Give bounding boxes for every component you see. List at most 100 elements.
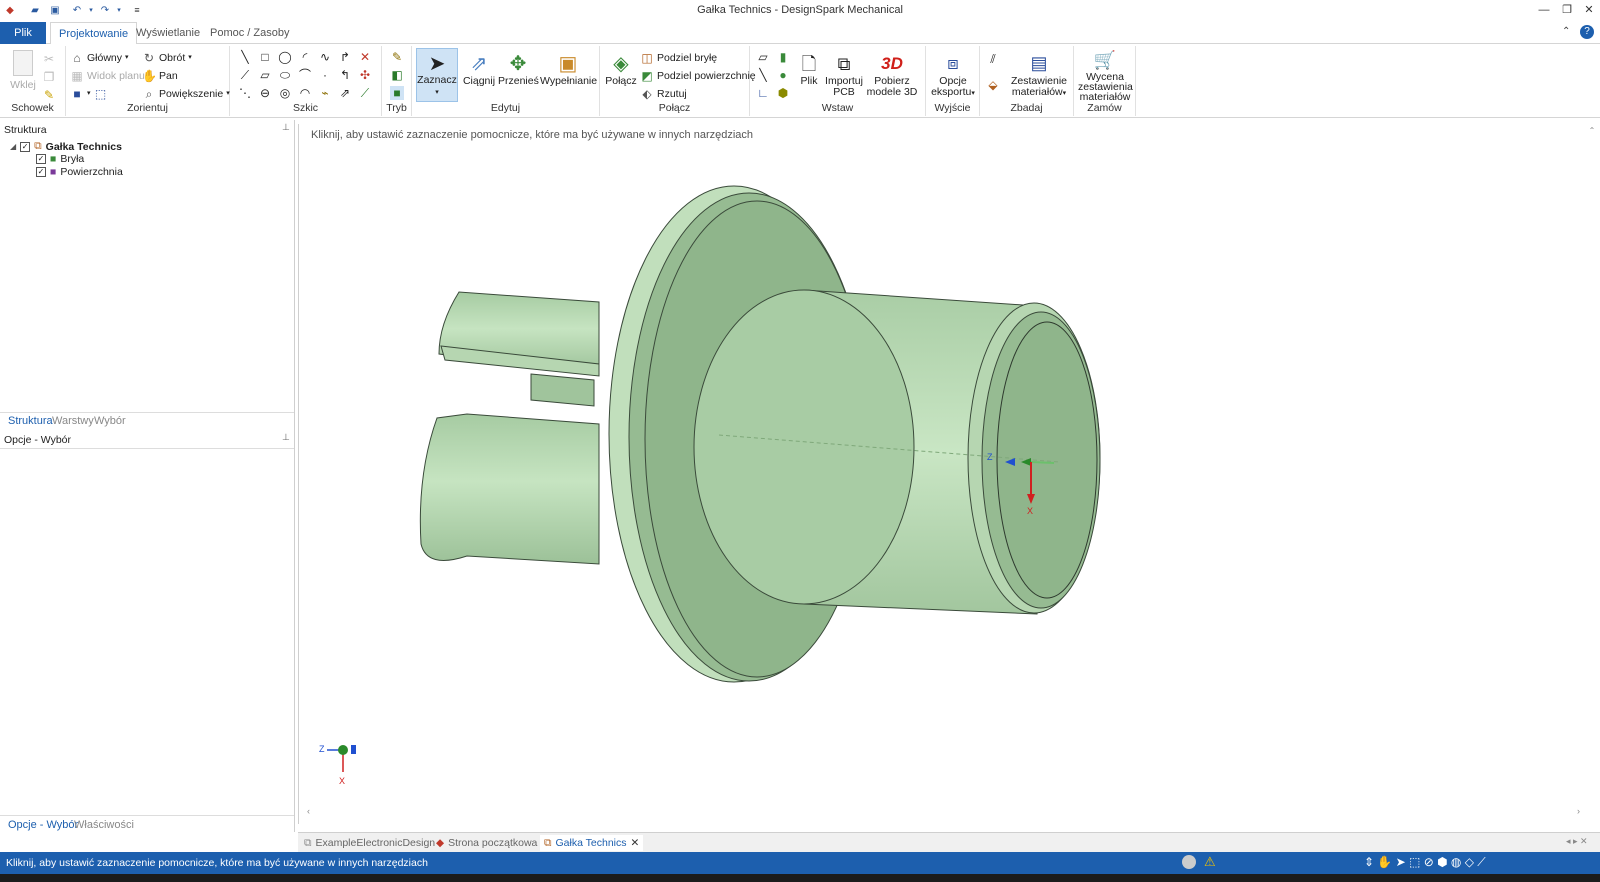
project-button[interactable]: ⬖ Rzutuj — [640, 86, 686, 102]
doc-tab-galka[interactable]: ⧉ Gałka Technics ✕ — [540, 835, 644, 851]
warning-icon[interactable]: ⚠ — [1204, 854, 1216, 870]
quote-bom-button[interactable]: 🛒 Wycena zestawienia materiałów — [1078, 48, 1133, 102]
view-cube-button[interactable]: ■ ▾ ⬚ — [70, 86, 108, 102]
tree-item-powierzchnia[interactable]: ✓ ■ Powierzchnia — [36, 166, 123, 178]
model-view[interactable]: Z X Z X — [299, 124, 1600, 824]
section-mode-icon[interactable]: ◧ — [390, 68, 404, 82]
circle-icon[interactable]: ◯ — [278, 50, 292, 64]
select-button[interactable]: ➤ Zaznacz ▾ — [416, 48, 458, 102]
group-schowek: Wklej ✂ ❐ ✎ Schowek — [0, 46, 66, 116]
restore-icon[interactable]: ❐ — [1556, 2, 1578, 18]
bryla-checkbox[interactable]: ✓ — [36, 154, 46, 164]
pin-icon[interactable]: ⊥ — [282, 432, 290, 443]
tab-wlasciwosci[interactable]: Właściwości — [74, 819, 134, 831]
selection-filter-icons[interactable]: ⇕ ✋ ➤ ⬚ ⊘ ⬢ ◍ ◇ ⟋ — [1364, 855, 1486, 870]
cut-icon[interactable]: ✂ — [42, 52, 56, 66]
combine-button[interactable]: ◈ Połącz — [604, 52, 638, 87]
plan-view-button[interactable]: ▦ Widok planu — [70, 68, 145, 84]
tab-warstwy[interactable]: Warstwy — [52, 415, 94, 427]
vertical-scrollbar[interactable]: ⌃ — [1587, 126, 1597, 802]
home-view-button[interactable]: ⌂ Główny ▾ — [70, 50, 128, 66]
collapse-ribbon-icon[interactable]: ⌃ — [1562, 26, 1570, 37]
three-point-circle-icon[interactable]: ◎ — [278, 86, 292, 100]
collapse-arrow-icon[interactable]: ◢ — [10, 142, 16, 151]
tangent-arc-icon[interactable]: ⌒ — [298, 68, 312, 82]
doc-tab-start[interactable]: ◆ Strona początkowa — [436, 835, 537, 851]
construction-line-icon[interactable]: ⋱ — [238, 86, 252, 100]
scroll-left-icon[interactable]: ‹ — [307, 806, 310, 816]
split-face-button[interactable]: ◩ Podziel powierzchnię — [640, 68, 755, 84]
bom-button[interactable]: ▤ Zestawienie materiałów▾ — [1008, 50, 1070, 99]
tab-opcje-wybor[interactable]: Opcje - Wybór — [8, 819, 78, 831]
move-button[interactable]: ✥ Przenieś — [498, 52, 539, 87]
plane-icon[interactable]: ▱ — [756, 50, 770, 64]
arc-icon[interactable]: ◜ — [298, 50, 312, 64]
extend-icon[interactable]: ✣ — [358, 68, 372, 82]
zoom-button[interactable]: ⌕ Powiększenie ▾ — [142, 86, 230, 102]
tree-root-checkbox[interactable]: ✓ — [20, 141, 31, 152]
powierzchnia-checkbox[interactable]: ✓ — [36, 167, 46, 177]
pin-icon[interactable]: ⊥ — [282, 122, 290, 133]
cylinder-icon[interactable]: ▮ — [776, 50, 790, 64]
corner-icon[interactable]: ↱ — [338, 50, 352, 64]
status-indicator-icon[interactable] — [1182, 855, 1196, 869]
slot-icon[interactable]: ⊖ — [258, 86, 272, 100]
trim-icon[interactable]: ✕ — [358, 50, 372, 64]
pull-button[interactable]: ⇗ Ciągnij — [460, 52, 498, 87]
split-body-button[interactable]: ◫ Podziel bryłę — [640, 50, 717, 66]
tab-scroll-icons[interactable]: ◂ ▸ ✕ — [1566, 836, 1588, 847]
bend-icon[interactable]: ⌁ — [318, 86, 332, 100]
origin-icon[interactable]: ∟ — [756, 86, 770, 100]
axis-icon[interactable]: ╲ — [756, 68, 770, 82]
3d-mode-icon[interactable]: ■ — [390, 86, 404, 100]
tab-projektowanie[interactable]: Projektowanie — [50, 22, 138, 45]
format-painter-icon[interactable]: ✎ — [42, 88, 56, 102]
minimize-icon[interactable]: — — [1533, 2, 1555, 18]
tree-root[interactable]: ◢ ✓ ⧉ Gałka Technics — [10, 140, 122, 153]
line-icon[interactable]: ╲ — [238, 50, 252, 64]
offset-icon[interactable]: ↰ — [338, 68, 352, 82]
tab-pomoc[interactable]: Pomoc / Zasoby — [202, 22, 297, 44]
mass-icon[interactable]: ⬙ — [986, 78, 1000, 92]
sketch-mode-icon[interactable]: ✎ — [390, 50, 404, 64]
insert-file-button[interactable]: 🗋 Plik — [794, 52, 824, 87]
horizontal-scrollbar[interactable]: ‹ › — [301, 806, 1585, 818]
tab-struktura[interactable]: Struktura — [8, 415, 53, 427]
pan-button[interactable]: ✋ Pan — [142, 68, 178, 84]
doc-tab-example[interactable]: ⧉ ExampleElectronicDesign — [304, 835, 435, 851]
scroll-up-icon[interactable]: ⌃ — [1587, 126, 1597, 135]
tab-wybor[interactable]: Wybór — [94, 415, 126, 427]
help-icon[interactable]: ? — [1580, 25, 1594, 39]
rectangle-icon[interactable]: □ — [258, 50, 272, 64]
shell-icon[interactable]: ⬢ — [776, 86, 790, 100]
tab-plik[interactable]: Plik — [0, 22, 46, 44]
copy-icon[interactable]: ❐ — [42, 70, 56, 84]
ellipse-icon[interactable]: ⬭ — [278, 68, 292, 82]
import-pcb-button[interactable]: ⧉ Importuj PCB — [824, 52, 864, 98]
point-icon[interactable]: · — [318, 68, 332, 82]
export-options-button[interactable]: ⧈ Opcje eksportu▾ — [930, 50, 976, 99]
spline-icon[interactable]: ∿ — [318, 50, 332, 64]
3d-viewport[interactable]: Kliknij, aby ustawić zaznaczenie pomocni… — [298, 124, 1600, 824]
project-curve-icon[interactable]: ⇗ — [338, 86, 352, 100]
tree-item-bryla[interactable]: ✓ ■ Bryła — [36, 153, 84, 165]
sphere-icon[interactable]: ● — [776, 68, 790, 82]
plan-label: Widok planu — [87, 70, 145, 82]
view-triad-icon[interactable] — [327, 745, 356, 772]
model-axis-z-label: Z — [987, 452, 993, 462]
close-tab-icon[interactable]: ✕ — [631, 835, 640, 851]
tangent-line-icon[interactable]: ⟋ — [238, 68, 252, 82]
scroll-right-icon[interactable]: › — [1577, 806, 1580, 816]
tab-wyswietlanie[interactable]: Wyświetlanie — [128, 22, 208, 44]
sweep-arc-icon[interactable]: ◠ — [298, 86, 312, 100]
fill-button[interactable]: ▣ Wypełnianie — [540, 52, 597, 87]
knob-model[interactable] — [419, 185, 1101, 683]
close-icon[interactable]: ✕ — [1578, 2, 1600, 18]
split-line-icon[interactable]: ⟋ — [358, 86, 372, 100]
paste-button[interactable]: Wklej — [8, 50, 38, 91]
rotate-button[interactable]: ↻ Obrót ▾ — [142, 50, 192, 66]
download-models-button[interactable]: 3D Pobierz modele 3D — [866, 52, 918, 98]
group-zbadaj: ⫽ ⬙ ▤ Zestawienie materiałów▾ Zbadaj — [980, 46, 1074, 116]
measure-icon[interactable]: ⫽ — [986, 52, 1000, 66]
polygon-icon[interactable]: ▱ — [258, 68, 272, 82]
